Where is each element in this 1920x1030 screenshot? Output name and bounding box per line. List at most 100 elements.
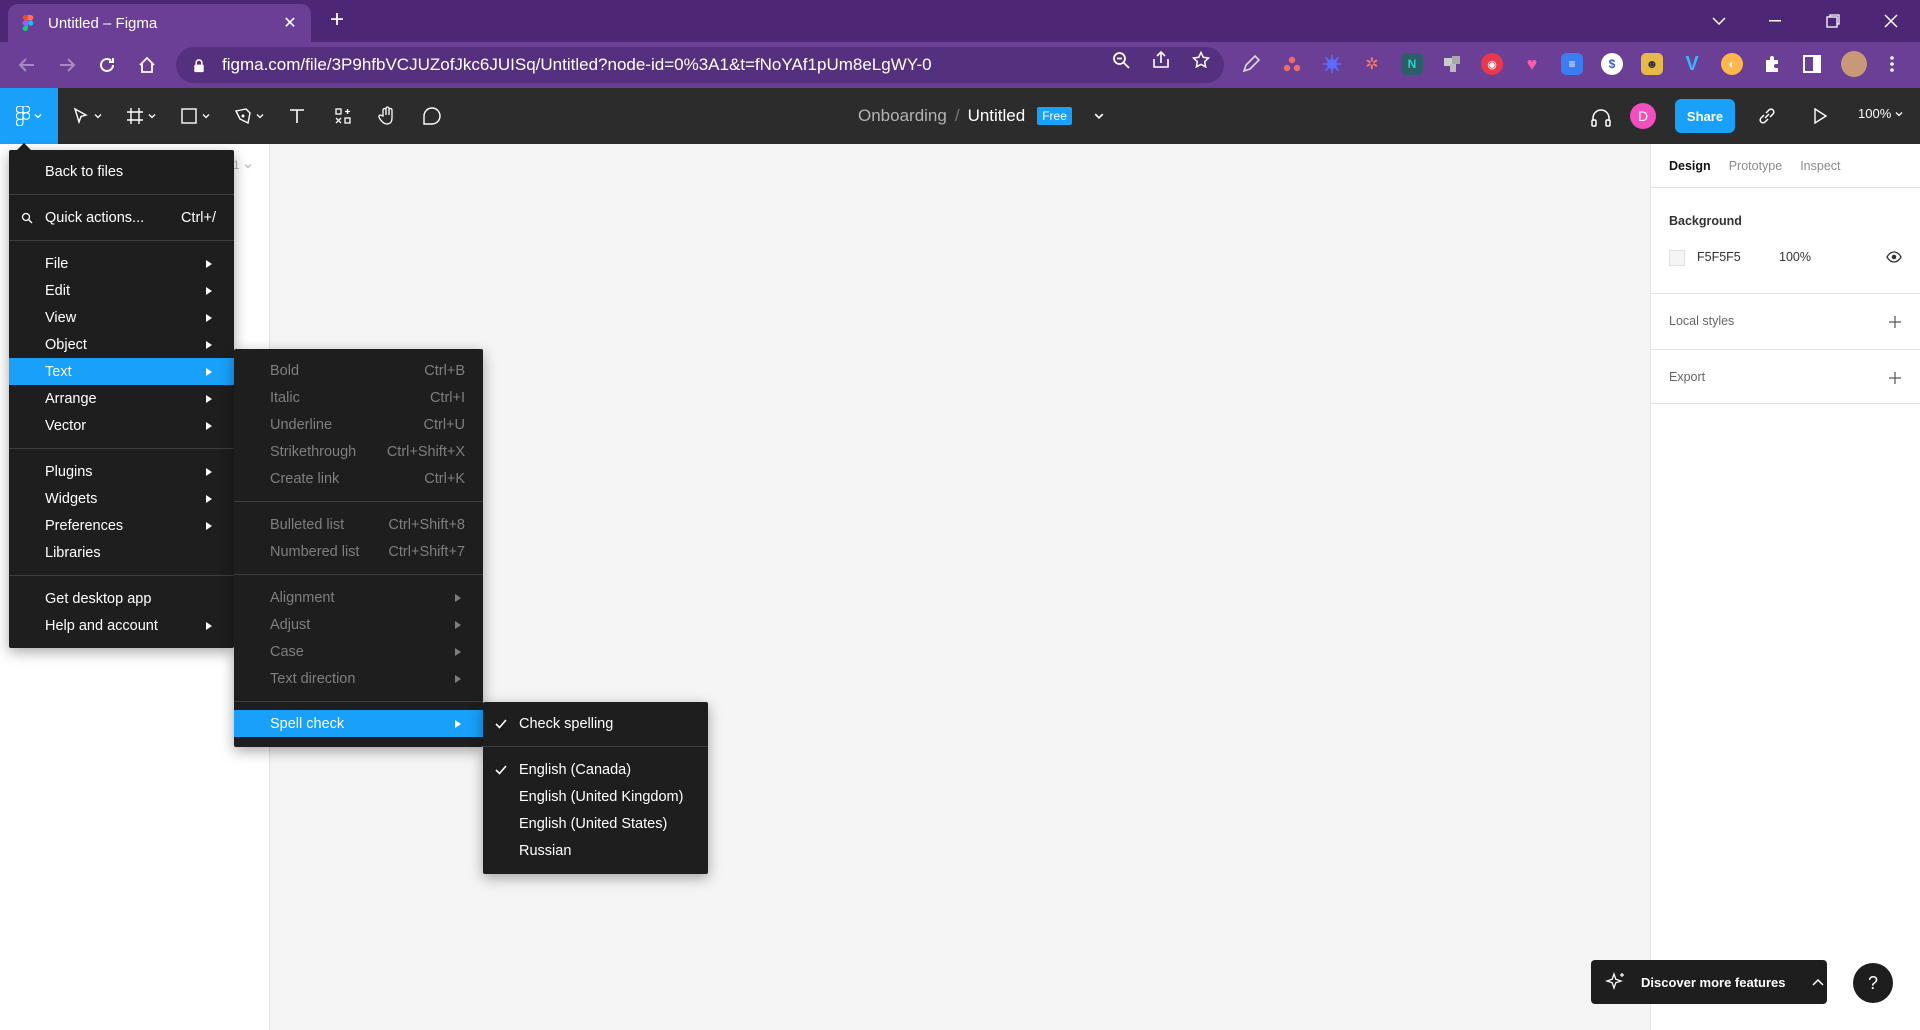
menu-view[interactable]: View <box>9 304 234 331</box>
background-hex[interactable]: F5F5F5 <box>1697 250 1741 264</box>
plus-icon[interactable] <box>1888 315 1902 329</box>
user-avatar[interactable]: D <box>1630 103 1656 129</box>
main-menu-button[interactable] <box>0 88 58 144</box>
share-page-icon[interactable] <box>1152 51 1170 69</box>
zoom-dropdown[interactable]: 100% <box>1858 106 1903 121</box>
chevron-down-icon[interactable] <box>244 162 252 170</box>
spell-lang-ru[interactable]: Russian <box>483 837 708 864</box>
tab-inspect[interactable]: Inspect <box>1800 159 1840 173</box>
forward-arrow-icon[interactable] <box>52 50 82 80</box>
sparkle-extension-icon[interactable] <box>1321 53 1343 75</box>
figma-logo-icon <box>16 106 30 126</box>
export-section: Export <box>1651 350 1920 404</box>
resources-button[interactable] <box>334 102 352 130</box>
shape-tool-button[interactable] <box>180 102 210 130</box>
checkmark-icon <box>495 764 507 775</box>
close-window-icon[interactable] <box>1868 6 1914 36</box>
menu-edit[interactable]: Edit <box>9 277 234 304</box>
browser-menu-icon[interactable] <box>1881 53 1903 75</box>
pen-tool-button[interactable] <box>234 102 264 130</box>
spell-lang-en-gb[interactable]: English (United Kingdom) <box>483 783 708 810</box>
menu-get-desktop-app[interactable]: Get desktop app <box>9 585 234 612</box>
text-spell-check[interactable]: Spell check <box>234 710 483 737</box>
tab-search-icon[interactable] <box>1696 6 1742 36</box>
copy-link-button[interactable] <box>1757 102 1777 130</box>
hand-tool-button[interactable] <box>378 102 396 130</box>
text-alignment: Alignment <box>234 584 483 611</box>
spell-lang-en-ca[interactable]: English (Canada) <box>483 756 708 783</box>
tab-prototype[interactable]: Prototype <box>1729 159 1783 173</box>
profile-avatar[interactable] <box>1841 51 1867 77</box>
discover-features-button[interactable]: Discover more features <box>1591 960 1827 1004</box>
page-selector-fragment[interactable]: 1 <box>233 158 240 172</box>
spell-lang-en-us[interactable]: English (United States) <box>483 810 708 837</box>
back-arrow-icon[interactable] <box>12 50 42 80</box>
tab-design[interactable]: Design <box>1669 159 1711 173</box>
circle-extension-icon[interactable]: $ <box>1601 53 1623 75</box>
minimize-icon[interactable] <box>1752 6 1798 36</box>
eye-icon[interactable] <box>1886 251 1902 263</box>
address-bar[interactable]: figma.com/file/3P9hfbVCJUZofJkc6JUISq/Un… <box>176 47 1224 83</box>
menu-item-label: Strikethrough <box>270 443 357 460</box>
spell-check-spelling[interactable]: Check spelling <box>483 710 708 737</box>
menu-divider <box>9 448 234 449</box>
comment-tool-button[interactable] <box>422 102 442 130</box>
reload-icon[interactable] <box>92 50 122 80</box>
menu-object[interactable]: Object <box>9 331 234 358</box>
browser-tab[interactable]: Untitled – Figma ✕ <box>8 4 311 42</box>
n-extension-icon[interactable]: N <box>1401 53 1423 75</box>
menu-preferences[interactable]: Preferences <box>9 512 234 539</box>
pen-extension-icon[interactable] <box>1240 53 1262 75</box>
menu-libraries[interactable]: Libraries <box>9 539 234 566</box>
zoom-icon[interactable] <box>1112 51 1130 69</box>
side-panel-icon[interactable] <box>1801 53 1823 75</box>
help-button[interactable]: ? <box>1853 963 1893 1003</box>
menu-file[interactable]: File <box>9 250 234 277</box>
move-tool-button[interactable] <box>72 102 102 130</box>
chevron-down-icon <box>202 114 210 119</box>
menu-item-label: Get desktop app <box>45 590 152 607</box>
face-extension-icon[interactable]: ☻ <box>1641 53 1663 75</box>
menu-item-label: Back to files <box>45 163 124 180</box>
puzzle-tile-extension-icon[interactable] <box>1441 53 1463 75</box>
extensions-puzzle-icon[interactable] <box>1761 53 1783 75</box>
menu-item-label: Object <box>45 336 87 353</box>
present-button[interactable] <box>1812 102 1828 130</box>
breadcrumb-separator: / <box>954 106 960 125</box>
plus-icon[interactable] <box>1888 371 1902 385</box>
menu-help-and-account[interactable]: Help and account <box>9 612 234 639</box>
menu-arrange[interactable]: Arrange <box>9 385 234 412</box>
audio-button[interactable] <box>1590 104 1612 132</box>
frame-tool-button[interactable] <box>126 102 156 130</box>
hubspot-extension-icon[interactable]: ✲ <box>1361 53 1383 75</box>
tab-close-icon[interactable]: ✕ <box>281 14 299 32</box>
chevron-down-icon[interactable] <box>1094 111 1104 121</box>
local-styles-section: Local styles <box>1651 294 1920 350</box>
menu-text[interactable]: Text <box>9 358 234 385</box>
background-color-swatch[interactable] <box>1669 250 1685 266</box>
share-button[interactable]: Share <box>1675 99 1735 133</box>
new-tab-button[interactable]: + <box>325 8 349 33</box>
browser-toolbar: figma.com/file/3P9hfbVCJUZofJkc6JUISq/Un… <box>0 42 1920 88</box>
menu-pointer <box>17 143 31 150</box>
menu-plugins[interactable]: Plugins <box>9 458 234 485</box>
file-name[interactable]: Untitled <box>968 106 1026 126</box>
red-extension-icon[interactable]: ◉ <box>1481 53 1503 75</box>
menu-back-to-files[interactable]: Back to files <box>9 158 234 185</box>
figma-favicon-icon <box>22 15 34 31</box>
text-tool-button[interactable] <box>288 102 306 130</box>
bookmark-star-icon[interactable] <box>1192 51 1210 69</box>
menu-quick-actions[interactable]: Quick actions... Ctrl+/ <box>9 204 234 231</box>
asana-extension-icon[interactable] <box>1281 53 1303 75</box>
menu-widgets[interactable]: Widgets <box>9 485 234 512</box>
vimeo-extension-icon[interactable]: V <box>1681 53 1703 75</box>
background-opacity[interactable]: 100% <box>1779 250 1811 264</box>
menu-vector[interactable]: Vector <box>9 412 234 439</box>
home-icon[interactable] <box>132 50 162 80</box>
color-wheel-extension-icon[interactable]: ◐ <box>1721 53 1743 75</box>
zoom-value: 100% <box>1858 106 1892 121</box>
project-name[interactable]: Onboarding <box>858 106 947 126</box>
heart-extension-icon[interactable]: ♥ <box>1521 53 1543 75</box>
blue-extension-icon[interactable]: ≡ <box>1561 53 1583 75</box>
restore-icon[interactable] <box>1810 6 1856 36</box>
